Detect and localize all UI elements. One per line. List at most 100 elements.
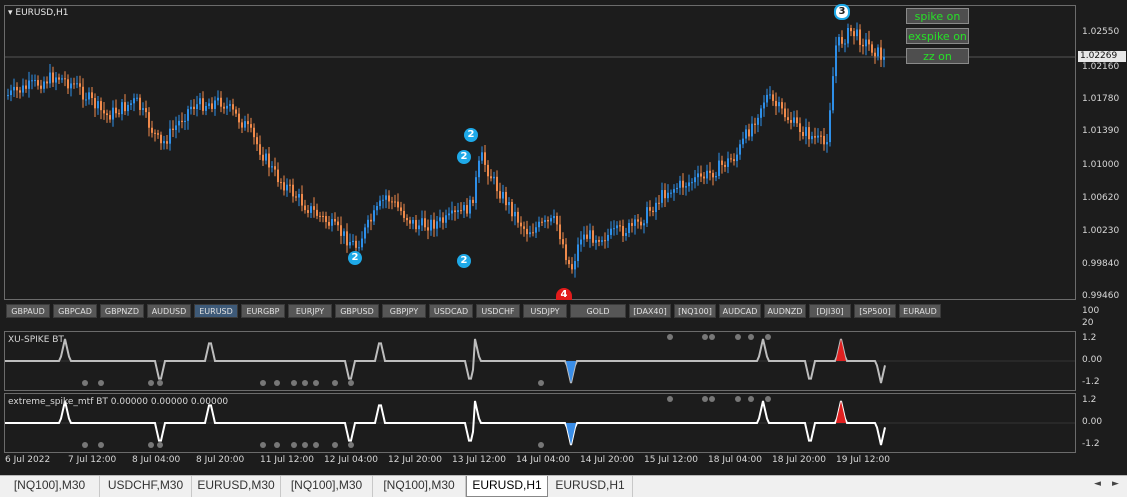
spike-toggle-button[interactable]: spike on bbox=[906, 8, 969, 24]
candle-body bbox=[73, 83, 75, 85]
chart-tab-active[interactable]: EURUSD,H1 bbox=[466, 476, 548, 497]
symbol-button-dji30[interactable]: [DJI30] bbox=[809, 304, 851, 318]
candle-body bbox=[319, 215, 321, 217]
symbol-button-dax40[interactable]: [DAX40] bbox=[629, 304, 671, 318]
candle-body bbox=[205, 105, 207, 111]
candle-body bbox=[19, 90, 21, 93]
candle-body bbox=[250, 124, 252, 128]
symbol-button-euraud[interactable]: EURAUD bbox=[899, 304, 941, 318]
tab-scroll-right-icon[interactable]: ► bbox=[1112, 479, 1119, 489]
symbol-button-audcad[interactable]: AUDCAD bbox=[719, 304, 761, 318]
symbol-button-usdcad[interactable]: USDCAD bbox=[429, 304, 473, 318]
symbol-button-audusd[interactable]: AUDUSD bbox=[147, 304, 191, 318]
candle-body bbox=[217, 97, 219, 101]
candle-body bbox=[157, 133, 159, 135]
symbol-button-gbpcad[interactable]: GBPCAD bbox=[53, 304, 97, 318]
candle-body bbox=[856, 29, 858, 37]
candle-body bbox=[688, 182, 690, 187]
chart-tab[interactable]: USDCHF,M30 bbox=[100, 476, 192, 497]
candle-body bbox=[328, 221, 330, 226]
candle-body bbox=[619, 225, 621, 227]
candle-body bbox=[679, 180, 681, 188]
symbol-button-eurgbp[interactable]: EURGBP bbox=[241, 304, 285, 318]
button-axis-tick: 20 bbox=[1082, 318, 1094, 328]
candle-body bbox=[424, 218, 426, 228]
candle-body bbox=[607, 234, 609, 241]
candle-body bbox=[349, 241, 351, 246]
candle-body bbox=[43, 81, 45, 89]
candle-body bbox=[103, 110, 105, 114]
symbol-button-gbpjpy[interactable]: GBPJPY bbox=[382, 304, 426, 318]
candle-body bbox=[457, 210, 459, 213]
candle-body bbox=[802, 131, 804, 136]
candle-body bbox=[295, 196, 297, 198]
chart-tab[interactable]: [NQ100],M30 bbox=[281, 476, 373, 497]
indicator-line bbox=[5, 338, 886, 384]
chart-tab[interactable]: [NQ100],M30 bbox=[373, 476, 466, 497]
signal-dot bbox=[538, 380, 544, 386]
candle-body bbox=[604, 240, 606, 242]
candle-body bbox=[535, 227, 537, 233]
candle-body bbox=[235, 109, 237, 114]
candle-body bbox=[571, 264, 573, 270]
chart-tab[interactable]: EURUSD,M30 bbox=[192, 476, 281, 497]
candle-body bbox=[484, 152, 486, 165]
candle-body bbox=[775, 100, 777, 107]
candle-body bbox=[271, 166, 273, 168]
candle-body bbox=[793, 117, 795, 123]
candle-body bbox=[595, 240, 597, 243]
symbol-button-usdchf[interactable]: USDCHF bbox=[476, 304, 520, 318]
time-tick: 14 Jul 04:00 bbox=[516, 455, 570, 465]
symbol-button-usdjpy[interactable]: USDJPY bbox=[523, 304, 567, 318]
symbol-button-gbpaud[interactable]: GBPAUD bbox=[6, 304, 50, 318]
indicator2-axis: 1.2 0.00 -1.2 bbox=[1078, 393, 1127, 453]
candle-body bbox=[682, 180, 684, 188]
candle-body bbox=[451, 210, 453, 214]
candle-body bbox=[313, 206, 315, 210]
candle-body bbox=[289, 184, 291, 186]
signal-dot bbox=[538, 442, 544, 448]
candle-body bbox=[586, 234, 588, 239]
indicator2-tick: 1.2 bbox=[1082, 395, 1097, 405]
symbol-button-gbpnzd[interactable]: GBPNZD bbox=[100, 304, 144, 318]
candle-body bbox=[670, 192, 672, 194]
symbol-button-eurjpy[interactable]: EURJPY bbox=[288, 304, 332, 318]
candle-body bbox=[340, 225, 342, 236]
price-axis[interactable]: 1.02550 1.02160 1.01780 1.01390 1.01000 … bbox=[1078, 5, 1127, 301]
candle-body bbox=[178, 120, 180, 126]
candle-body bbox=[721, 160, 723, 165]
candle-body bbox=[322, 215, 324, 217]
zigzag-marker-2: 2 bbox=[348, 251, 362, 265]
zz-toggle-button[interactable]: zz on bbox=[906, 48, 969, 64]
symbol-button-sp500[interactable]: [SP500] bbox=[854, 304, 896, 318]
candle-body bbox=[97, 101, 99, 109]
symbol-button-gold[interactable]: GOLD bbox=[570, 304, 626, 318]
candle-body bbox=[406, 217, 408, 221]
symbol-button-nq100[interactable]: [NQ100] bbox=[674, 304, 716, 318]
candle-body bbox=[478, 160, 480, 178]
chart-tab[interactable]: EURUSD,H1 bbox=[548, 476, 633, 497]
candle-body bbox=[655, 202, 657, 213]
symbol-button-audnzd[interactable]: AUDNZD bbox=[764, 304, 806, 318]
candle-body bbox=[529, 232, 531, 235]
symbol-button-eurusd[interactable]: EURUSD bbox=[194, 304, 238, 318]
symbol-button-gbpusd[interactable]: GBPUSD bbox=[335, 304, 379, 318]
candle-body bbox=[268, 153, 270, 168]
candle-body bbox=[427, 227, 429, 231]
chart-tab[interactable]: [NQ100],M30 bbox=[0, 476, 100, 497]
indicator1-pane[interactable] bbox=[4, 331, 1076, 391]
candle-body bbox=[379, 200, 381, 207]
candle-body bbox=[142, 108, 144, 110]
candle-body bbox=[469, 199, 471, 214]
title-dropdown-icon[interactable]: ▾ bbox=[8, 8, 13, 18]
tab-scroll-left-icon[interactable]: ◄ bbox=[1094, 479, 1101, 489]
candle-body bbox=[16, 86, 18, 91]
candle-body bbox=[808, 127, 810, 140]
candle-body bbox=[799, 123, 801, 132]
candle-body bbox=[625, 233, 627, 236]
candle-body bbox=[256, 137, 258, 145]
candle-body bbox=[853, 31, 855, 37]
exspike-toggle-button[interactable]: exspike on bbox=[906, 28, 969, 44]
candle-body bbox=[691, 182, 693, 184]
candle-body bbox=[373, 210, 375, 222]
